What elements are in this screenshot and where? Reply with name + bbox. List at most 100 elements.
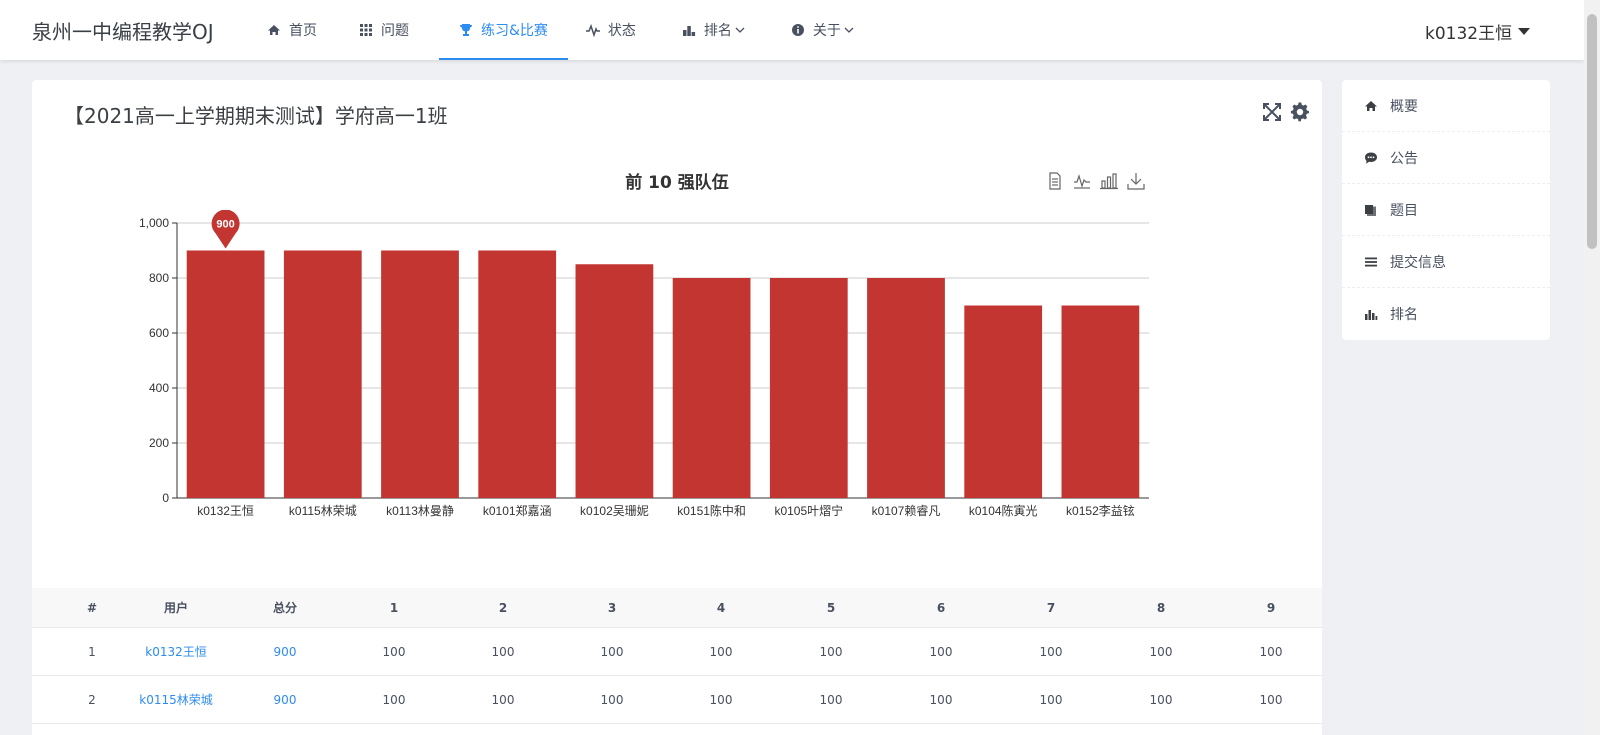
- gear-icon[interactable]: [1290, 102, 1310, 122]
- x-tick-label: k0105叶熠宁: [774, 503, 843, 518]
- problem-score-cell: 100: [709, 644, 733, 659]
- sidebar-item-label: 题目: [1390, 202, 1418, 219]
- column-header: 6: [936, 600, 946, 615]
- bar: [381, 250, 459, 498]
- bar: [186, 250, 265, 498]
- user-menu[interactable]: k0132王恒: [1425, 19, 1531, 44]
- sidebar-item-label: 公告: [1390, 150, 1418, 167]
- problem-score-cell: 100: [1149, 644, 1173, 659]
- column-header: 4: [716, 600, 726, 615]
- top-navbar: 泉州一中编程教学OJ 首页 问题 练习&比赛 状态 排名 关于 k0132王恒: [0, 0, 1584, 60]
- table-row: 1 k0132王恒 900 100 100 100 100 100 100 100 100 100: [32, 628, 1322, 676]
- problem-score-cell: 100: [382, 692, 406, 707]
- data-view-icon[interactable]: [1046, 172, 1064, 190]
- trophy-icon: [460, 24, 472, 36]
- column-header: 用户: [163, 601, 188, 615]
- y-tick-label: 400: [149, 381, 169, 395]
- problem-score-cell: 100: [709, 692, 733, 707]
- total-score-link[interactable]: 900: [225, 693, 345, 707]
- sidebar-item-problems[interactable]: 题目: [1342, 184, 1550, 236]
- y-tick-label: 800: [149, 271, 169, 285]
- info-icon: [791, 24, 804, 36]
- problem-score-cell: 100: [819, 692, 843, 707]
- total-score-link[interactable]: 900: [225, 645, 345, 659]
- column-header: 7: [1046, 600, 1056, 615]
- sidebar-item-rank[interactable]: 排名: [1342, 288, 1550, 340]
- sidebar-item-label: 概要: [1390, 98, 1418, 115]
- bar: [769, 278, 848, 498]
- x-tick-label: k0113林曼静: [386, 504, 454, 518]
- contest-sidebar: 概要 公告 题目 提交信息 排名: [1342, 80, 1550, 340]
- column-header: 2: [498, 600, 508, 615]
- main-menu: 首页 问题 练习&比赛 状态 排名 关于: [255, 0, 866, 60]
- x-tick-label: k0151陈中和: [677, 503, 746, 518]
- podium-icon: [1365, 310, 1378, 320]
- pulse-icon: [585, 23, 600, 37]
- problem-score-cell: 100: [1149, 692, 1173, 707]
- download-icon[interactable]: [1127, 172, 1145, 190]
- column-header: 1: [389, 600, 399, 615]
- top10-bar-chart: 0 200 400 600 800 1,000 k0132王恒 k0115林荣城 k0113林曼…: [139, 210, 1149, 518]
- problem-score-cell: 100: [819, 644, 843, 659]
- x-tick-label: k0115林荣城: [289, 504, 357, 518]
- x-tick-label: k0107赖睿凡: [872, 503, 941, 518]
- nav-home[interactable]: 首页: [255, 0, 329, 60]
- problem-score-cell: 100: [1259, 644, 1283, 659]
- column-header: 总分: [272, 601, 297, 615]
- sidebar-item-announcements[interactable]: 公告: [1342, 132, 1550, 184]
- list-icon: [1365, 257, 1377, 266]
- caret-down-icon: [1518, 28, 1531, 35]
- problem-score-cell: 100: [600, 644, 624, 659]
- user-link[interactable]: k0132王恒: [116, 643, 236, 660]
- column-header: 9: [1266, 600, 1276, 615]
- max-marker-label: 900: [216, 219, 234, 231]
- bar: [867, 278, 945, 498]
- page-scrollbar[interactable]: [1584, 0, 1600, 735]
- table-row: 2 k0115林荣城 900 100 100 100 100 100 100 100 100 100: [32, 676, 1322, 724]
- book-icon: [1365, 204, 1376, 216]
- scrollbar-thumb[interactable]: [1587, 14, 1597, 249]
- nav-contests[interactable]: 练习&比赛: [439, 0, 568, 60]
- line-chart-icon[interactable]: [1073, 172, 1091, 190]
- podium-icon: [682, 26, 696, 36]
- bar: [1061, 305, 1140, 498]
- nav-status[interactable]: 状态: [574, 0, 648, 60]
- nav-problems[interactable]: 问题: [347, 0, 421, 60]
- nav-home-label: 首页: [289, 23, 317, 39]
- x-tick-label: k0102吴珊妮: [580, 504, 649, 518]
- sidebar-item-submissions[interactable]: 提交信息: [1342, 236, 1550, 288]
- nav-ranking-label: 排名: [703, 23, 732, 39]
- column-header: 5: [826, 600, 836, 615]
- site-brand[interactable]: 泉州一中编程教学OJ: [32, 16, 214, 45]
- problem-score-cell: 100: [382, 644, 406, 659]
- y-tick-label: 0: [162, 491, 169, 505]
- chat-icon: [1365, 152, 1377, 164]
- x-tick-label: k0152李益铉: [1066, 503, 1135, 518]
- bar-chart-icon[interactable]: [1100, 172, 1118, 190]
- rank-table: # 用户 总分 1 2 3 4 5 6 7 8 9 1 k0132王恒 900 100 100 100 100 10…: [32, 588, 1322, 724]
- bar: [672, 278, 751, 498]
- contest-title: 【2021高一上学期期末测试】学府高一1班: [64, 104, 448, 128]
- nav-status-label: 状态: [607, 23, 636, 39]
- problem-score-cell: 100: [1259, 692, 1283, 707]
- sidebar-item-overview[interactable]: 概要: [1342, 80, 1550, 132]
- fullscreen-icon[interactable]: [1262, 102, 1282, 122]
- user-link[interactable]: k0115林荣城: [116, 691, 236, 708]
- nav-contests-label: 练习&比赛: [481, 23, 548, 39]
- sidebar-item-label: 排名: [1390, 307, 1418, 323]
- column-header: 8: [1156, 600, 1166, 615]
- nav-ranking[interactable]: 排名: [670, 0, 757, 60]
- column-header: 3: [607, 600, 617, 615]
- x-tick-label: k0132王恒: [197, 504, 254, 518]
- chevron-down-icon: [735, 27, 745, 33]
- chevron-down-icon: [844, 27, 854, 33]
- bar: [964, 305, 1043, 498]
- table-header: # 用户 总分 1 2 3 4 5 6 7 8 9: [32, 588, 1322, 628]
- y-tick-label: 200: [149, 436, 169, 450]
- nav-about[interactable]: 关于: [779, 0, 866, 60]
- bar: [478, 250, 557, 498]
- nav-about-label: 关于: [812, 23, 841, 39]
- nav-problems-label: 问题: [381, 23, 409, 39]
- problem-score-cell: 100: [491, 692, 515, 707]
- problem-score-cell: 100: [929, 692, 953, 707]
